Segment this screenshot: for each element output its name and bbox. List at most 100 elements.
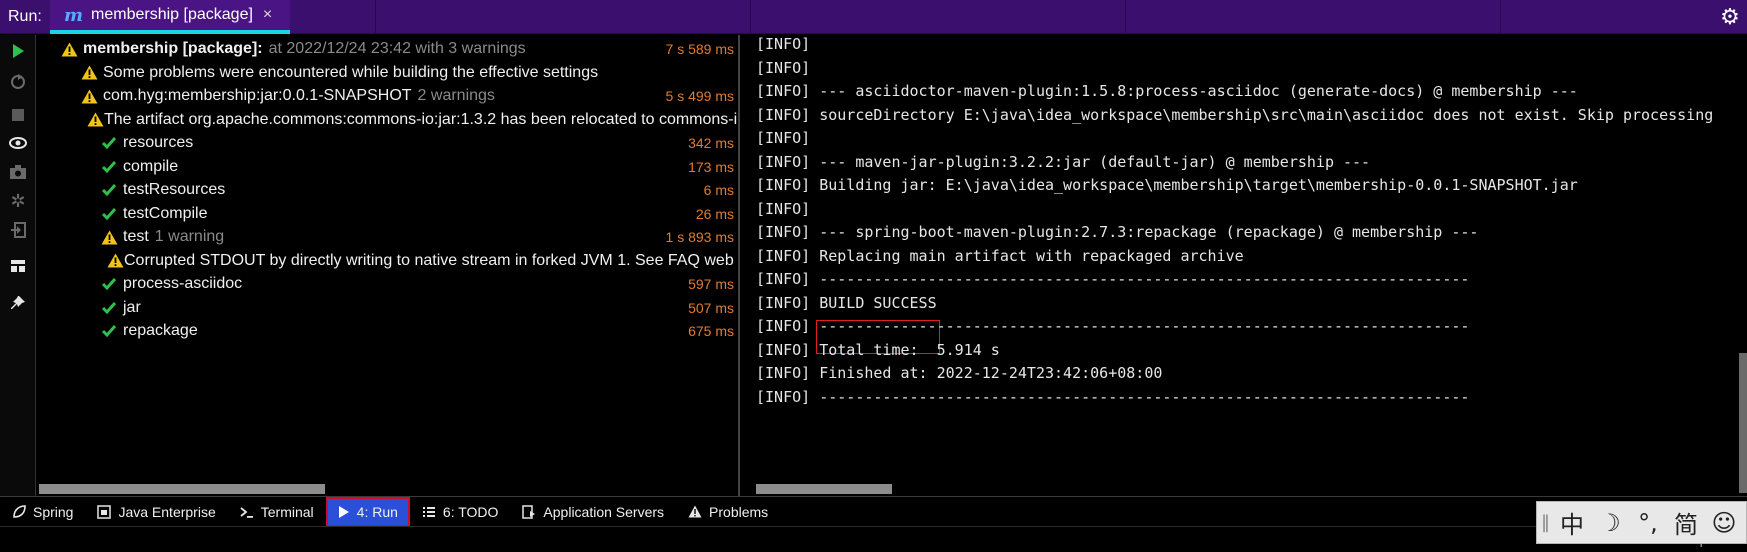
tool-window-application-servers[interactable]: Application Servers	[510, 497, 676, 527]
tree-row-label: Some problems were encountered while bui…	[103, 63, 599, 81]
eye-icon[interactable]	[8, 133, 28, 153]
tree-row-duration: 675 ms	[684, 323, 734, 339]
console-line: [INFO] BUILD SUCCESS	[756, 293, 937, 312]
warning-icon	[61, 42, 83, 57]
warning-icon	[87, 112, 104, 127]
tree-row[interactable]: membership [package]: at 2022/12/24 23:42…	[37, 36, 738, 62]
tree-row-duration: 5 s 499 ms	[661, 88, 734, 104]
tree-row-meta: at 2022/12/24 23:42 with 3 warnings	[268, 40, 526, 57]
run-icon[interactable]	[8, 41, 28, 61]
tree-row[interactable]: compile 173 ms	[37, 154, 738, 180]
tree-row-label: resources	[123, 134, 194, 151]
tool-window-java-enterprise[interactable]: Java Enterprise	[85, 497, 227, 527]
console-line: [INFO] --- maven-jar-plugin:3.2.2:jar (d…	[756, 152, 1371, 171]
tree-row-duration: 1 s 893 ms	[661, 229, 734, 245]
check-icon	[101, 324, 123, 338]
run-icon	[338, 505, 350, 519]
import-icon[interactable]	[8, 220, 28, 240]
ime-moon-icon[interactable]: ☽	[1591, 509, 1629, 537]
tree-row-duration: 507 ms	[684, 299, 734, 316]
run-toolbar: ✲	[0, 35, 36, 496]
grip-icon[interactable]: ‖	[1541, 512, 1553, 533]
tool-window-terminal[interactable]: Terminal	[228, 497, 326, 527]
console-line: [INFO] ---------------------------------…	[756, 317, 1470, 335]
tree-row-duration: 173 ms	[684, 158, 734, 175]
ime-punctuation[interactable]: °,	[1629, 509, 1667, 537]
check-icon	[101, 301, 123, 315]
tree-row-label: testResources	[123, 181, 226, 198]
check-icon	[101, 277, 123, 291]
tree-row-label: test	[123, 228, 149, 245]
tab-membership-package[interactable]: m membership [package] ×	[50, 0, 290, 34]
tree-row[interactable]: repackage 675 ms	[37, 318, 738, 344]
tree-row-label: repackage	[123, 322, 198, 339]
tree-row[interactable]: resources 342 ms	[37, 130, 738, 156]
tab-title: membership [package]	[91, 6, 253, 23]
rerun-failed-icon[interactable]	[8, 72, 28, 92]
build-tree: membership [package]: at 2022/12/24 23:42…	[37, 35, 738, 496]
horizontal-scrollbar[interactable]	[756, 484, 892, 494]
console-line: [INFO] Finished at: 2022-12-24T23:42:06+…	[756, 364, 1163, 382]
console-line: [INFO] sourceDirectory E:\java\idea_work…	[756, 105, 1714, 124]
camera-icon[interactable]	[8, 162, 28, 182]
tree-row[interactable]: com.hyg:membership:jar:0.0.1-SNAPSHOT 2 w…	[37, 83, 738, 109]
tool-window-label: 4: Run	[356, 503, 398, 520]
console-line: [INFO] Total time: 5.914 s	[756, 340, 1000, 359]
tab-divider	[750, 0, 751, 34]
console-output: [INFO] [INFO] [INFO] --- asciidoctor-maven…	[740, 35, 1747, 496]
tab-divider	[1500, 0, 1501, 34]
pin-icon[interactable]	[8, 293, 28, 313]
settings-icon[interactable]: ✲	[8, 191, 28, 211]
check-icon	[101, 207, 123, 221]
tree-row-meta: 2 warnings	[417, 87, 495, 104]
tree-row[interactable]: testResources 6 ms	[37, 177, 738, 203]
tool-window-4-run[interactable]: 4: Run	[325, 496, 410, 527]
horizontal-scrollbar[interactable]	[39, 484, 325, 494]
console-line: [INFO] Replacing main artifact with repa…	[756, 246, 1244, 265]
ime-simplified[interactable]: 简	[1667, 505, 1705, 540]
tree-row[interactable]: Corrupted STDOUT by directly writing to …	[37, 248, 738, 274]
tool-window-spring[interactable]: Spring	[0, 497, 85, 527]
tree-row-label: membership [package]:	[83, 40, 263, 57]
warning-icon	[107, 253, 124, 268]
run-tool-window-header: Run: m membership [package] × ⚙	[0, 0, 1747, 34]
tab-divider	[375, 0, 376, 34]
tool-window-6-todo[interactable]: 6: TODO	[410, 497, 511, 527]
tool-window-label: Terminal	[260, 503, 314, 520]
gear-icon[interactable]: ⚙	[1717, 4, 1743, 30]
tree-row-label: compile	[123, 157, 179, 175]
tree-row[interactable]: jar 507 ms	[37, 295, 738, 321]
tool-window-problems[interactable]: Problems	[676, 497, 780, 527]
close-icon[interactable]: ×	[263, 6, 272, 24]
tree-row[interactable]: The artifact org.apache.commons:commons-…	[37, 107, 738, 133]
tree-row-duration: 7 s 589 ms	[661, 41, 734, 57]
tree-row[interactable]: Some problems were encountered while bui…	[37, 60, 738, 86]
tool-window-label: 6: TODO	[442, 503, 499, 520]
tree-row-label: com.hyg:membership:jar:0.0.1-SNAPSHOT	[103, 87, 412, 104]
warning-icon	[81, 89, 103, 104]
tree-row-label: The artifact org.apache.commons:commons-…	[104, 110, 738, 128]
tree-row-duration: 342 ms	[684, 135, 734, 151]
tab-divider	[1125, 0, 1126, 34]
warning-icon	[101, 230, 123, 245]
check-icon	[101, 160, 123, 174]
terminal-icon	[240, 505, 254, 519]
warning-icon	[688, 505, 702, 518]
ime-chinese-mode[interactable]: 中	[1553, 505, 1591, 540]
status-bar: 4:5 LF UTF-8 4 spaces	[0, 526, 1747, 552]
app-servers-icon	[522, 504, 536, 519]
ime-emoji-icon[interactable]: ☺	[1705, 509, 1743, 537]
tree-row[interactable]: testCompile 26 ms	[37, 201, 738, 227]
tree-row[interactable]: test 1 warning 1 s 893 ms	[37, 224, 738, 250]
tool-window-label: Java Enterprise	[118, 503, 216, 520]
tree-row[interactable]: process-asciidoc 597 ms	[37, 271, 738, 297]
run-label: Run:	[8, 8, 42, 25]
console-line: [INFO] ---------------------------------…	[756, 387, 1470, 406]
warning-icon	[81, 65, 103, 80]
stop-icon[interactable]	[8, 105, 28, 125]
todo-icon	[422, 505, 436, 519]
ime-toolbar: ‖ 中 ☽ °, 简 ☺	[1536, 501, 1747, 544]
layout-icon[interactable]	[8, 256, 28, 276]
tree-row-label: jar	[123, 298, 141, 316]
vertical-scrollbar[interactable]	[1739, 353, 1747, 493]
